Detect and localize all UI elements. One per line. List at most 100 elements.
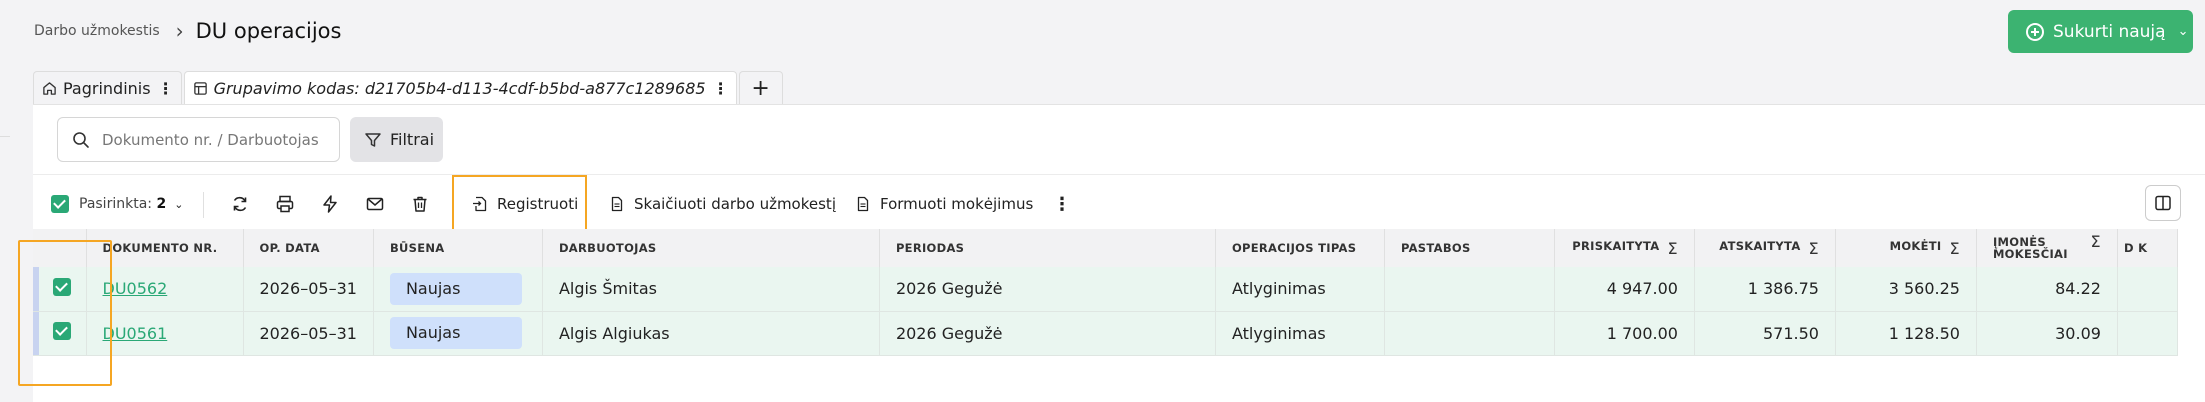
calculate-salary-label: Skaičiuoti darbo užmokestį xyxy=(634,195,836,213)
cell-accrued: 1 700.00 xyxy=(1554,311,1695,356)
search-box[interactable] xyxy=(57,117,340,162)
document-icon xyxy=(857,196,869,212)
home-icon xyxy=(43,81,56,95)
column-header-company-tax[interactable]: Σ ĮMONĖS MOKESČIAI xyxy=(1976,229,2118,267)
column-header[interactable]: PASTABOS xyxy=(1384,229,1555,267)
tab-main[interactable]: Pagrindinis ⋮ xyxy=(33,71,182,104)
action-toolbar: Pasirinkta: 2 ⌄ Registruoti Skaičiuoti d… xyxy=(33,175,2205,233)
tab-grouping-code[interactable]: Grupavimo kodas: d21705b4-d113-4cdf-b5bd… xyxy=(183,71,737,104)
column-header-accrued[interactable]: Σ PRISKAITYTA xyxy=(1554,229,1695,267)
cell-pay: 3 560.25 xyxy=(1835,267,1977,312)
printer-icon xyxy=(276,195,294,213)
more-actions-icon[interactable]: ⋮ xyxy=(1053,175,1071,233)
cell-op-date: 2026–05–31 xyxy=(243,311,374,356)
status-badge: Naujas xyxy=(389,272,522,305)
cell-pay: 1 128.50 xyxy=(1835,311,1977,356)
cell-op-type: Atlyginimas xyxy=(1215,311,1385,356)
email-button[interactable] xyxy=(363,175,387,233)
table-row[interactable]: DU0562 2026–05–31 Naujas Algis Šmitas 20… xyxy=(33,267,2178,312)
search-input[interactable] xyxy=(102,130,332,149)
plus-circle-icon xyxy=(2026,22,2044,41)
select-all-control[interactable]: Pasirinkta: 2 ⌄ xyxy=(51,175,183,233)
column-header[interactable]: OP. DATA xyxy=(243,229,374,267)
column-header[interactable]: OPERACIJOS TIPAS xyxy=(1215,229,1385,267)
doc-link[interactable]: DU0562 xyxy=(103,279,168,298)
tab-grouping-menu-icon[interactable]: ⋮ xyxy=(713,79,729,98)
table-row[interactable]: DU0561 2026–05–31 Naujas Algis Algiukas … xyxy=(33,311,2178,356)
plus-icon: + xyxy=(751,75,770,101)
chevron-right-icon: › xyxy=(175,19,184,43)
register-label: Registruoti xyxy=(497,195,579,213)
file-import-icon xyxy=(473,196,487,212)
lightning-icon xyxy=(323,195,337,213)
tab-main-label: Pagrindinis xyxy=(63,78,151,98)
chevron-down-icon: ⌄ xyxy=(2177,24,2189,39)
breadcrumb: Darbo užmokestis › DU operacijos xyxy=(34,14,341,48)
cell-deducted: 571.50 xyxy=(1694,311,1836,356)
cell-op-date: 2026–05–31 xyxy=(243,267,374,312)
chevron-down-icon[interactable]: ⌄ xyxy=(174,198,183,211)
mail-icon xyxy=(366,197,384,211)
refresh-icon xyxy=(233,196,247,212)
cell-employee: Algis Šmitas xyxy=(542,267,880,312)
tab-grouping-code-label: Grupavimo kodas: d21705b4-d113-4cdf-b5bd… xyxy=(213,78,706,98)
create-new-label: Sukurti naują xyxy=(2053,21,2166,42)
divider xyxy=(203,192,204,218)
sum-icon[interactable]: Σ xyxy=(2091,234,2101,250)
sum-icon[interactable]: Σ xyxy=(1668,239,1678,258)
cell-notes xyxy=(1384,267,1555,312)
status-badge: Naujas xyxy=(389,317,522,349)
operations-table: DOKUMENTO NR. OP. DATA BŪSENA DARBUOTOJA… xyxy=(33,229,2178,356)
filter-label: Filtrai xyxy=(390,130,435,149)
column-header[interactable]: PERIODAS xyxy=(879,229,1216,267)
left-rail-divider xyxy=(0,136,10,137)
cell-status: Naujas xyxy=(373,311,543,356)
sum-icon[interactable]: Σ xyxy=(1950,239,1960,258)
page-title: DU operacijos xyxy=(195,19,342,43)
register-button[interactable]: Registruoti xyxy=(452,175,587,233)
cell-period: 2026 Gegužė xyxy=(879,267,1216,312)
cell-status: Naujas xyxy=(373,267,543,312)
checkbox-checked-icon[interactable] xyxy=(51,195,69,213)
add-tab-button[interactable]: + xyxy=(738,71,783,104)
create-payments-button[interactable]: Formuoti mokėjimus xyxy=(855,175,1033,233)
selected-count: 2 xyxy=(156,196,167,212)
cell-deducted: 1 386.75 xyxy=(1694,267,1836,312)
column-header-truncated[interactable]: D K xyxy=(2117,229,2178,267)
cell-company-tax: 84.22 xyxy=(1976,267,2118,312)
selected-count-label: Pasirinkta: 2 xyxy=(79,196,167,212)
main-panel: Filtrai Pasirinkta: 2 ⌄ Registruoti xyxy=(33,104,2205,402)
sidebar-panel-icon xyxy=(2155,195,2171,211)
cell-op-type: Atlyginimas xyxy=(1215,267,1385,312)
cell-accrued: 4 947.00 xyxy=(1554,267,1695,312)
column-header[interactable]: DARBUOTOJAS xyxy=(542,229,880,267)
search-icon xyxy=(73,131,89,148)
cell-notes xyxy=(1384,311,1555,356)
print-button[interactable] xyxy=(273,175,297,233)
trash-icon xyxy=(413,196,427,212)
selection-highlight-box xyxy=(18,240,112,386)
cell-employee: Algis Algiukas xyxy=(542,311,880,356)
cell-company-tax: 30.09 xyxy=(1976,311,2118,356)
quick-action-button[interactable] xyxy=(318,175,342,233)
doc-link[interactable]: DU0561 xyxy=(103,324,168,343)
cell-truncated xyxy=(2117,311,2178,356)
breadcrumb-parent-link[interactable]: Darbo užmokestis xyxy=(34,23,160,39)
column-header-deducted[interactable]: Σ ATSKAITYTA xyxy=(1694,229,1836,267)
sum-icon[interactable]: Σ xyxy=(1809,239,1819,258)
delete-button[interactable] xyxy=(408,175,432,233)
calculate-salary-button[interactable]: Skaičiuoti darbo užmokestį xyxy=(609,175,836,233)
create-new-button[interactable]: Sukurti naują ⌄ xyxy=(2008,10,2193,53)
column-panel-toggle-button[interactable] xyxy=(2145,185,2181,221)
cell-period: 2026 Gegužė xyxy=(879,311,1216,356)
cell-truncated xyxy=(2117,267,2178,312)
column-header-pay[interactable]: Σ MOKĖTI xyxy=(1835,229,1977,267)
refresh-button[interactable] xyxy=(228,175,252,233)
top-bar: Darbo užmokestis › DU operacijos Sukurti… xyxy=(0,0,2205,62)
table-icon xyxy=(193,81,207,95)
tab-main-menu-icon[interactable]: ⋮ xyxy=(158,79,174,98)
column-header[interactable]: BŪSENA xyxy=(373,229,543,267)
table-header-row: DOKUMENTO NR. OP. DATA BŪSENA DARBUOTOJA… xyxy=(33,229,2178,267)
tab-bar: Pagrindinis ⋮ Grupavimo kodas: d21705b4-… xyxy=(33,71,785,104)
filter-button[interactable]: Filtrai xyxy=(350,117,443,162)
